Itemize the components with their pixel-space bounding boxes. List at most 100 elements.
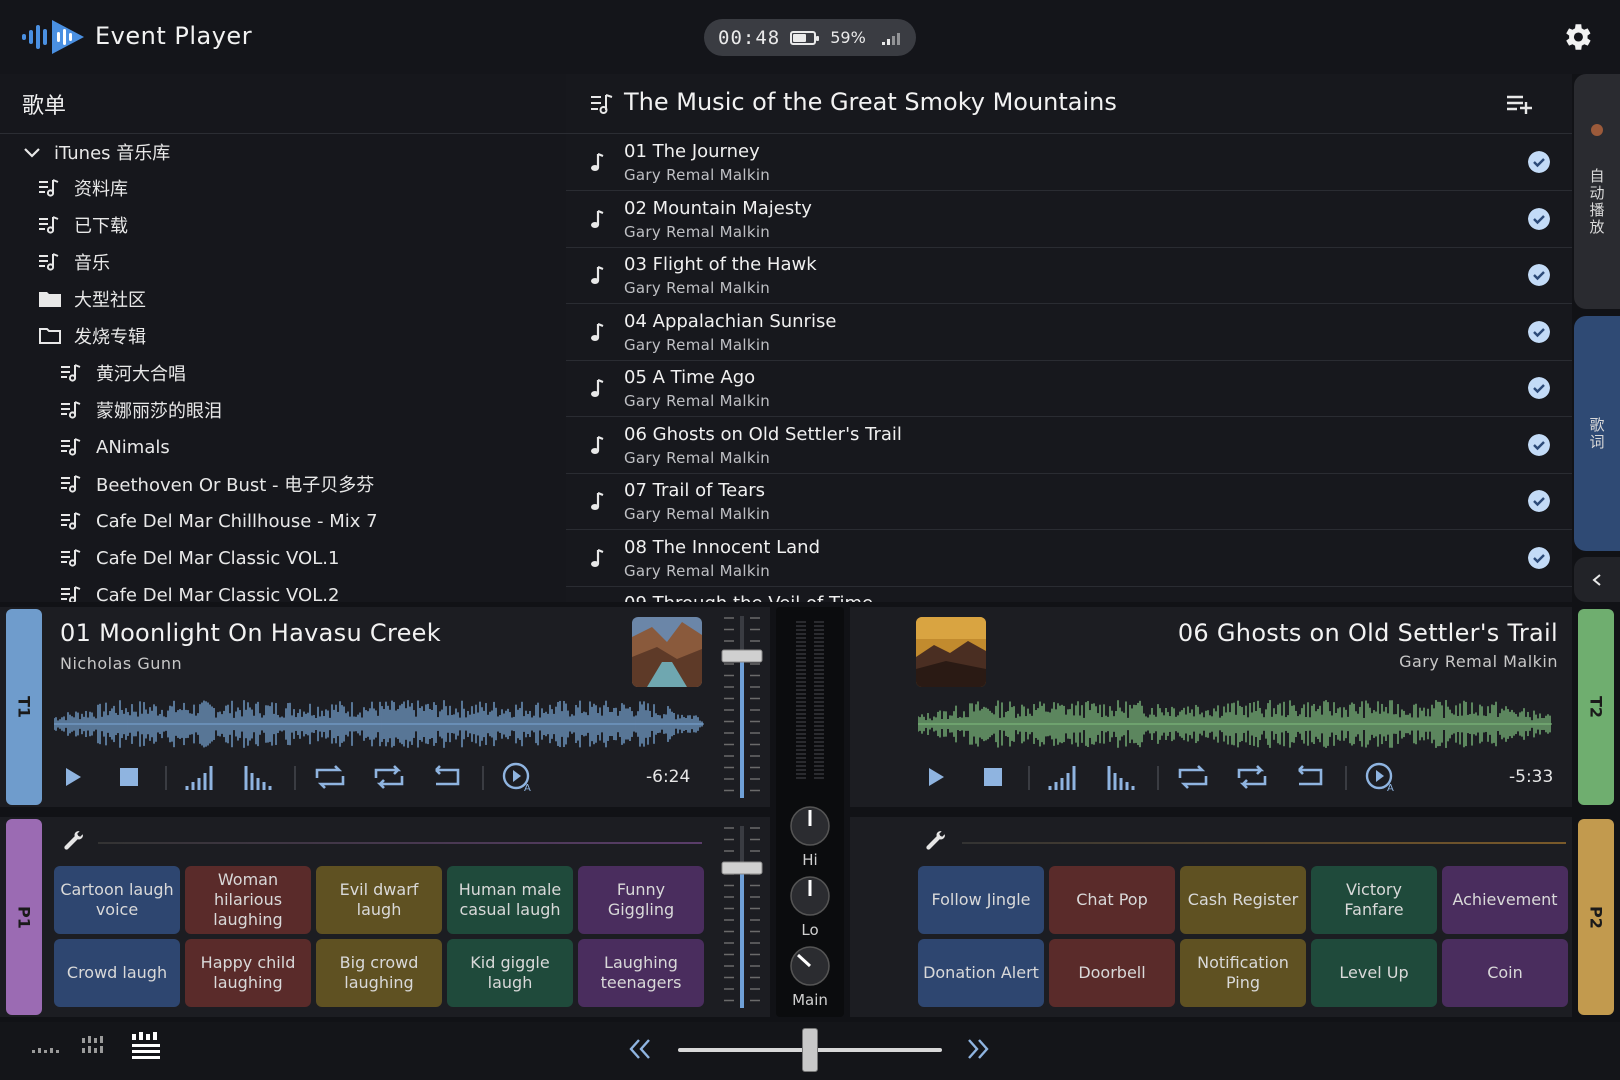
playlist-icon [591,94,613,114]
deck-2-tab[interactable]: T2 [1578,609,1614,805]
sound-pad[interactable]: Follow Jingle [918,866,1044,934]
track-row[interactable]: 07 Trail of Tears Gary Remal Malkin [566,474,1572,530]
checkmark-icon[interactable] [1528,490,1550,512]
clock: 00:48 [718,26,781,49]
wrench-icon[interactable] [922,830,946,854]
sound-pad[interactable]: Happy child laughing [185,939,311,1007]
layout-small-icon[interactable] [30,1040,64,1060]
sound-pad[interactable]: Achievement [1442,866,1568,934]
hi-eq-knob[interactable] [789,805,831,847]
deck-2-repeat-icon[interactable] [1235,764,1269,790]
track-row[interactable]: 08 The Innocent Land Gary Remal Malkin [566,531,1572,587]
deck-2-fade-in-icon[interactable] [1048,764,1078,790]
deck-1-fade-in-icon[interactable] [185,764,215,790]
checkmark-icon[interactable] [1528,320,1550,343]
deck-1-repeat-icon[interactable] [372,764,406,790]
deck-2-waveform[interactable] [918,698,1552,750]
deck-2-fade-out-icon[interactable] [1107,764,1137,790]
sidebar-item-label: 蒙娜丽莎的眼泪 [96,401,222,422]
sound-pad[interactable]: Kid giggle laugh [447,939,573,1007]
chevron-down-icon[interactable] [22,142,42,162]
sound-pad[interactable]: Cash Register [1180,866,1306,934]
deck-1-autoplay-icon[interactable]: A [502,762,534,792]
status-pill: 00:48 59% [704,19,916,56]
sound-pad[interactable]: Doorbell [1049,939,1175,1007]
sound-pad[interactable]: Donation Alert [918,939,1044,1007]
sidebar-item[interactable]: 蒙娜丽莎的眼泪 [60,392,222,428]
wrench-icon[interactable] [60,830,84,854]
gear-icon[interactable] [1560,20,1594,54]
track-row[interactable]: 02 Mountain Majesty Gary Remal Malkin [566,192,1572,248]
sidebar-item[interactable]: 黄河大合唱 [60,355,186,391]
deck-1-tab[interactable]: T1 [6,609,42,805]
pad-bank-1-volume-slider[interactable] [98,842,702,844]
sidebar-item[interactable]: 资料库 [38,170,128,206]
sound-pad[interactable]: Human male casual laugh [447,866,573,934]
deck-1-stop-icon[interactable] [120,768,138,786]
crossfade-left-icon[interactable] [628,1038,652,1060]
pad-bank-2-volume-slider[interactable] [962,842,1566,844]
deck-1-waveform[interactable] [54,698,704,750]
sidebar-item[interactable]: Cafe Del Mar Classic VOL.2 [60,577,339,602]
sound-pad[interactable]: Funny Giggling [578,866,704,934]
sound-pad[interactable]: Chat Pop [1049,866,1175,934]
sidebar-item[interactable]: Cafe Del Mar Classic VOL.1 [60,540,339,576]
sidebar-item[interactable]: Beethoven Or Bust - 电子贝多芬 [60,466,374,502]
checkmark-icon[interactable] [1528,546,1550,569]
pad-bank-1-fader[interactable] [720,822,764,1012]
sidebar-item[interactable]: Cafe Del Mar Chillhouse - Mix 7 [60,503,378,539]
track-row[interactable]: 04 Appalachian Sunrise Gary Remal Malkin [566,305,1572,361]
deck-1-fade-out-icon[interactable] [244,764,274,790]
sound-pad[interactable]: Notification Ping [1180,939,1306,1007]
lo-eq-knob[interactable] [789,875,831,917]
checkmark-icon[interactable] [1528,151,1550,173]
main-volume-knob[interactable] [789,945,831,987]
sound-pad[interactable]: Big crowd laughing [316,939,442,1007]
track-row[interactable]: 09 Through the Veil of Time [566,587,1572,602]
lyrics-tab[interactable]: 歌词 [1574,316,1620,551]
crossfade-right-icon[interactable] [966,1038,990,1060]
checkmark-icon[interactable] [1528,433,1550,456]
sidebar-item[interactable]: ANimals [60,429,170,465]
sidebar-item[interactable]: 大型社区 [38,281,146,317]
tree-root-itunes[interactable]: iTunes 音乐库 [22,134,170,170]
checkmark-icon[interactable] [1528,377,1550,399]
deck-2-play-icon[interactable] [926,766,946,788]
deck-2-return-icon[interactable] [1293,764,1327,790]
layout-medium-icon[interactable] [80,1034,114,1060]
layout-large-icon[interactable] [130,1032,164,1062]
deck-1-volume-fader[interactable] [720,612,764,802]
deck-2-autoplay-icon[interactable]: A [1365,762,1397,792]
add-to-queue-icon[interactable] [1506,94,1534,116]
pad-bank-2-tab[interactable]: P2 [1578,819,1614,1015]
pad-bank-1-tab[interactable]: P1 [6,819,42,1015]
track-row[interactable]: 01 The Journey Gary Remal Malkin [566,135,1572,191]
crossfader-knob[interactable] [802,1028,818,1072]
sound-pad[interactable]: Woman hilarious laughing [185,866,311,934]
music-note-icon [591,266,604,284]
sound-pad[interactable]: Level Up [1311,939,1437,1007]
main-knob-label: Main [792,991,828,1009]
deck-2-stop-icon[interactable] [984,768,1002,786]
deck-1-play-icon[interactable] [63,766,83,788]
sidebar-item[interactable]: 音乐 [38,244,110,280]
sound-pad[interactable]: Crowd laugh [54,939,180,1007]
sound-pad[interactable]: Laughing teenagers [578,939,704,1007]
divider [1345,766,1347,790]
deck-2-repeat-one-icon[interactable] [1176,764,1210,790]
sound-pad[interactable]: Coin [1442,939,1568,1007]
deck-1-repeat-one-icon[interactable] [313,764,347,790]
autoplay-tab[interactable]: 自动播放 [1574,74,1620,309]
collapse-panel-button[interactable] [1574,557,1620,602]
sound-pad[interactable]: Victory Fanfare [1311,866,1437,934]
checkmark-icon[interactable] [1528,264,1550,286]
track-row[interactable]: 05 A Time Ago Gary Remal Malkin [566,361,1572,417]
deck-1-return-icon[interactable] [430,764,464,790]
checkmark-icon[interactable] [1528,207,1550,230]
track-row[interactable]: 06 Ghosts on Old Settler's Trail Gary Rem… [566,418,1572,474]
track-row[interactable]: 03 Flight of the Hawk Gary Remal Malkin [566,248,1572,304]
sidebar-item[interactable]: 发烧专辑 [38,318,146,354]
sidebar-item[interactable]: 已下载 [38,207,128,243]
sound-pad[interactable]: Cartoon laugh voice [54,866,180,934]
sound-pad[interactable]: Evil dwarf laugh [316,866,442,934]
